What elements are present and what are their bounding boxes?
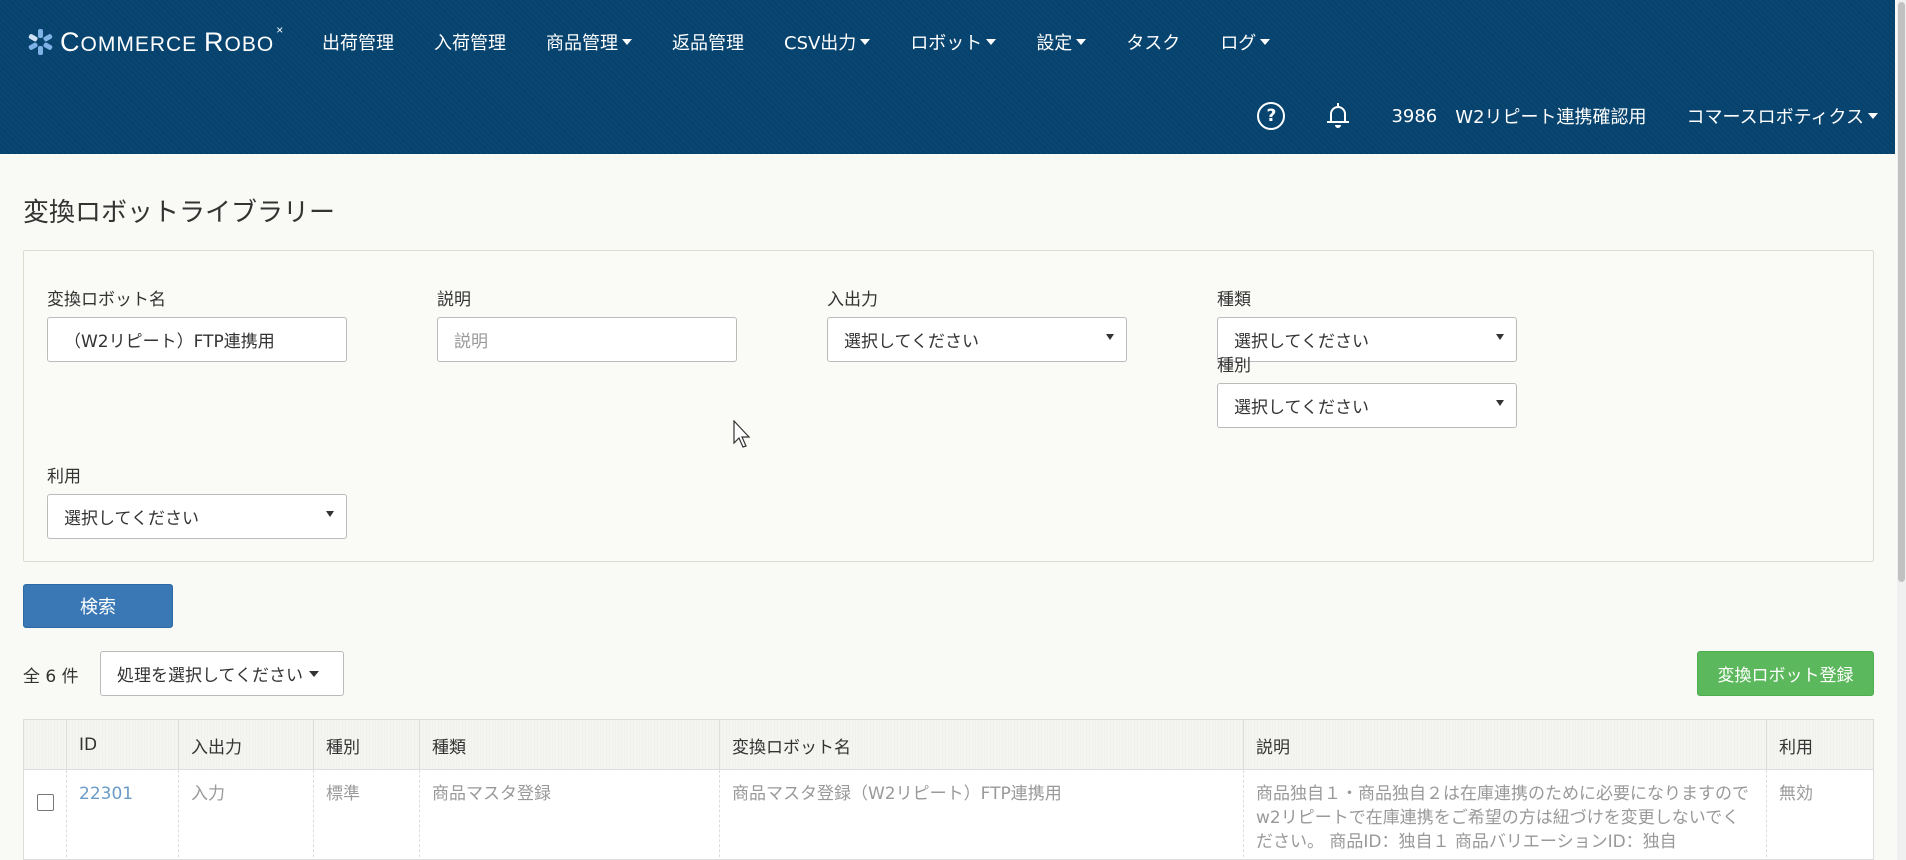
th-io[interactable]: 入出力 [178, 720, 313, 770]
company-name: コマースロボティクス [1686, 107, 1864, 128]
select-caret-icon [1496, 334, 1504, 340]
bulk-action-select[interactable]: 処理を選択してください [100, 651, 344, 696]
io-label: 入出力 [827, 290, 878, 310]
nav-item-receiving[interactable]: 入荷管理 [434, 29, 506, 55]
cell-id: 22301 [66, 770, 178, 859]
kind-select[interactable]: 選択してください [1217, 317, 1517, 362]
nav-item-tasks[interactable]: タスク [1126, 29, 1180, 55]
chevron-down-icon [1076, 39, 1087, 45]
nav-item-logs[interactable]: ログ [1220, 29, 1271, 55]
chevron-down-icon [1868, 113, 1878, 119]
io-select-value: 選択してください [844, 332, 979, 352]
brand-mark: × [276, 23, 284, 37]
bell-icon[interactable] [1327, 103, 1350, 129]
cell-io: 入力 [178, 770, 313, 859]
chevron-down-icon [986, 39, 997, 45]
scrollbar-thumb[interactable] [1898, 2, 1905, 582]
kind-label: 種類 [1217, 290, 1251, 310]
cell-usage: 無効 [1766, 770, 1873, 859]
mouse-cursor-icon [733, 420, 751, 448]
nav-item-products[interactable]: 商品管理 [546, 29, 632, 55]
description-input[interactable]: 説明 [437, 317, 737, 362]
search-button[interactable]: 検索 [23, 584, 173, 628]
robot-table: ID 入出力 種別 種類 変換ロボット名 説明 利用 22301 入力 標準 商… [23, 719, 1874, 860]
robot-name-label: 変換ロボット名 [47, 290, 166, 310]
top-navbar: COMMERCE ROBO × 出荷管理 入荷管理 商品管理 返品管理 CSV出力… [0, 0, 1895, 154]
help-icon[interactable]: ? [1257, 102, 1286, 130]
nav-item-csv-export[interactable]: CSV出力 [784, 29, 871, 55]
select-caret-icon [326, 511, 334, 517]
cell-name: 商品マスタ登録（W2リピート）FTP連携用 [719, 770, 1243, 859]
category-label: 種別 [1217, 356, 1251, 376]
brand-logo[interactable]: COMMERCE ROBO × [27, 22, 284, 62]
table-header: ID 入出力 種別 種類 変換ロボット名 説明 利用 [24, 720, 1873, 770]
robot-id-link[interactable]: 22301 [79, 784, 133, 804]
chevron-down-icon [622, 39, 632, 45]
nav-item-settings[interactable]: 設定 [1036, 29, 1087, 55]
io-select[interactable]: 選択してください [827, 317, 1127, 362]
robot-name-input[interactable]: （W2リピート）FTP連携用 [47, 317, 347, 362]
th-description[interactable]: 説明 [1243, 720, 1766, 770]
th-id[interactable]: ID [66, 720, 178, 770]
chevron-down-icon [308, 670, 319, 677]
usage-select-value: 選択してください [64, 509, 199, 529]
chevron-down-icon [860, 39, 871, 45]
th-name[interactable]: 変換ロボット名 [719, 720, 1243, 770]
page-title: 変換ロボットライブラリー [23, 198, 336, 228]
nav-item-returns[interactable]: 返品管理 [672, 29, 744, 55]
th-kind[interactable]: 種類 [419, 720, 719, 770]
description-label: 説明 [437, 290, 471, 310]
result-count: 全 6 件 [23, 667, 79, 687]
nav-item-shipping[interactable]: 出荷管理 [322, 29, 394, 55]
usage-select[interactable]: 選択してください [47, 494, 347, 539]
register-robot-button[interactable]: 変換ロボット登録 [1697, 651, 1874, 696]
bulk-action-value: 処理を選択してください [117, 666, 303, 686]
main-menu: 出荷管理 入荷管理 商品管理 返品管理 CSV出力 ロボット 設定 タスク ログ [322, 20, 1310, 64]
page-scrollbar[interactable] [1897, 0, 1906, 860]
th-category[interactable]: 種別 [313, 720, 419, 770]
nav-item-robot[interactable]: ロボット [910, 29, 997, 55]
category-select[interactable]: 選択してください [1217, 383, 1517, 428]
select-caret-icon [1106, 334, 1114, 340]
th-select [24, 720, 66, 770]
usage-label: 利用 [47, 467, 81, 487]
shop-id: 3986 [1391, 105, 1438, 127]
cell-category: 標準 [313, 770, 419, 859]
shop-name: W2リピート連携確認用 [1455, 107, 1647, 128]
nav-right: ? 3986 W2リピート連携確認用 コマースロボティクス [1257, 96, 1878, 136]
brand-name: COMMERCE ROBO [60, 26, 275, 57]
logo-mark-icon [27, 29, 54, 55]
cell-description: 商品独自１・商品独自２は在庫連携のために必要になりますので w2リピートで在庫連… [1243, 770, 1766, 859]
row-checkbox[interactable] [37, 794, 54, 811]
kind-select-value: 選択してください [1234, 332, 1369, 352]
th-usage[interactable]: 利用 [1766, 720, 1873, 770]
category-select-value: 選択してください [1234, 398, 1369, 418]
search-panel: 変換ロボット名 （W2リピート）FTP連携用 説明 説明 入出力 選択してくださ… [23, 250, 1874, 562]
select-caret-icon [1496, 400, 1504, 406]
company-menu[interactable]: コマースロボティクス [1687, 103, 1878, 129]
cell-kind: 商品マスタ登録 [419, 770, 719, 859]
chevron-down-icon [1260, 39, 1271, 45]
